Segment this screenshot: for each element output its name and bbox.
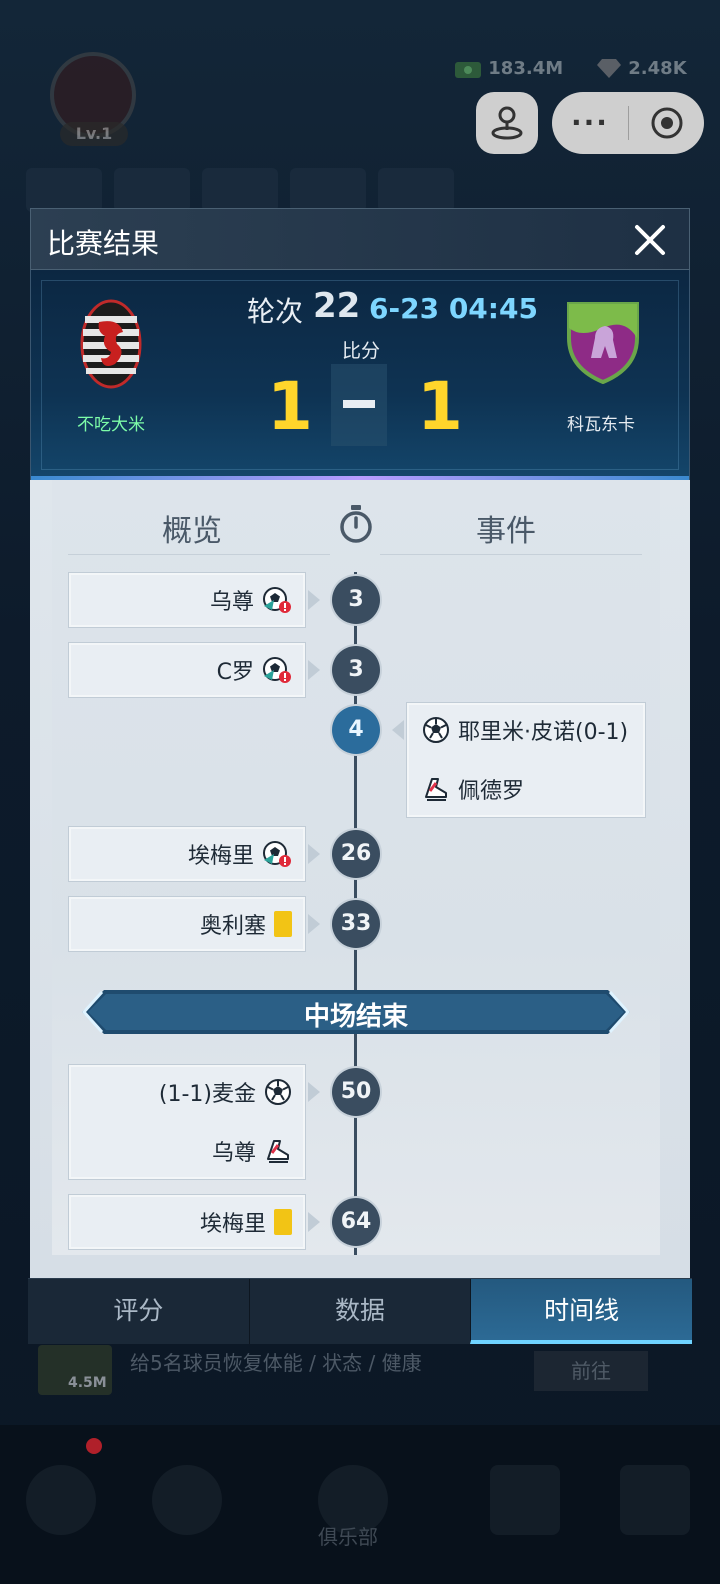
joystick-icon [491,106,523,140]
injury-ball-icon [262,840,292,868]
injury-ball-icon [262,656,292,684]
match-summary: 不吃大米 科瓦东卡 轮次 22 6-23 04:45 比分 1 1 [30,270,690,480]
modal-title: 比赛结果 [47,227,160,260]
match-result-modal: 比赛结果 不吃大米 科瓦东卡 轮次 22 6-23 04:45 比分 1 1 概… [28,208,693,1348]
score-separator-box [331,364,387,446]
event-row: C罗 [217,654,292,686]
header-rule-right [380,554,642,555]
yellow-card-icon [274,1209,292,1235]
task-bar: 4.5M 给5名球员恢复体能 / 状态 / 健康 前往 [38,1345,688,1397]
injury-ball-icon [262,586,292,614]
player-name: 佩德罗 [458,779,525,804]
shop-icon[interactable] [26,168,102,212]
player-name: 乌尊 [211,1141,256,1166]
event-row: 乌尊 [210,584,292,616]
nav-tactics-icon[interactable] [620,1465,690,1535]
nav-pitch-icon[interactable] [490,1465,560,1535]
cash-icon [455,62,481,78]
reward-icon[interactable] [378,168,454,212]
gem-icon [597,59,621,78]
club-icon[interactable] [202,168,278,212]
task-reward: 4.5M [68,1375,107,1391]
card-pointer [308,844,320,864]
boot-icon [264,1137,292,1165]
home-team-name: 不吃大米 [77,415,145,435]
card-pointer [308,660,320,680]
close-icon[interactable] [631,221,669,259]
task-text: 给5名球员恢复体能 / 状态 / 健康 [130,1351,422,1375]
card-pointer [308,1082,320,1102]
away-team-badge [567,302,639,384]
card-pointer [392,720,404,740]
player-name: (1-1)麦金 [158,1082,256,1107]
halftime-label: 中场结束 [303,1002,408,1032]
tab-timeline[interactable]: 时间线 [470,1279,693,1344]
stadium-icon[interactable] [290,168,366,212]
nav-ball-icon[interactable] [152,1465,222,1535]
boot-icon [422,775,450,803]
away-team-name: 科瓦东卡 [567,415,635,435]
menu-icon[interactable] [114,168,190,212]
player-name: 埃梅里 [187,844,254,869]
stopwatch-icon [340,505,372,543]
minute-marker: 26 [332,830,380,878]
player-name: C罗 [216,660,254,685]
event-row: (1-1)麦金 [159,1076,292,1108]
card-pointer [308,590,320,610]
gem-counter: 2.48K [596,58,687,80]
nav-club-label: 俱乐部 [318,1525,378,1549]
task-go-button[interactable]: 前往 [534,1351,648,1391]
player-name: 奥利塞 [199,914,266,939]
score-label: 比分 [341,340,380,362]
event-row: 耶里米·皮诺(0-1) [422,714,628,746]
player-name: 乌尊 [209,590,254,615]
minute-marker: 64 [332,1198,380,1246]
player-name: 耶里米·皮诺(0-1) [458,720,629,745]
result-tabs: 评分 数据 时间线 [28,1278,693,1344]
cash-counter: 183.4M [454,58,563,80]
player-name: 埃梅里 [199,1212,266,1237]
header-rule-left [68,554,330,555]
overview-header: 概览 [162,514,222,549]
soccer-ball-icon [264,1078,292,1106]
event-row: 奥利塞 [200,908,292,940]
exit-button[interactable] [629,106,704,140]
event-row: 埃梅里 [200,1206,292,1238]
tab-stats[interactable]: 数据 [248,1279,471,1344]
event-row: 佩德罗 [422,773,524,805]
events-header: 事件 [476,514,536,549]
nav-trophy-icon[interactable] [26,1465,96,1535]
miniprogram-capsule: ··· [552,92,704,154]
timeline-area: 概览 事件 中场结束 乌尊 3 C罗 3 耶里米·皮诺(0-1) 佩德罗 4 埃梅里 26 奥利塞… [30,480,690,1285]
card-pointer [308,914,320,934]
minute-marker: 33 [332,900,380,948]
notification-dot [86,1438,102,1454]
round-label: 轮次 [247,295,304,328]
minute-marker: 3 [332,646,380,694]
bottom-nav: 俱乐部 [0,1425,720,1584]
home-score: 1 [267,368,313,445]
round-number: 22 [313,286,361,326]
timeline-scroll[interactable]: 概览 事件 中场结束 乌尊 3 C罗 3 耶里米·皮诺(0-1) 佩德罗 4 埃梅里 26 奥利塞… [52,480,660,1255]
score-separator [343,400,375,408]
joystick-button[interactable] [476,92,538,154]
event-row: 乌尊 [212,1135,292,1167]
match-date: 6-23 04:45 [369,292,538,325]
away-score: 1 [417,368,463,445]
minute-marker: 4 [332,706,380,754]
card-pointer [308,1212,320,1232]
soccer-ball-icon [422,716,450,744]
modal-header: 比赛结果 [30,208,690,270]
level-badge: Lv.1 [60,122,128,146]
minute-marker: 50 [332,1068,380,1116]
minute-marker: 3 [332,576,380,624]
event-row: 埃梅里 [188,838,292,870]
more-button[interactable]: ··· [552,98,628,148]
tab-rating[interactable]: 评分 [28,1279,249,1344]
home-team-badge [80,299,142,389]
yellow-card-icon [274,911,292,937]
record-icon [651,107,682,139]
